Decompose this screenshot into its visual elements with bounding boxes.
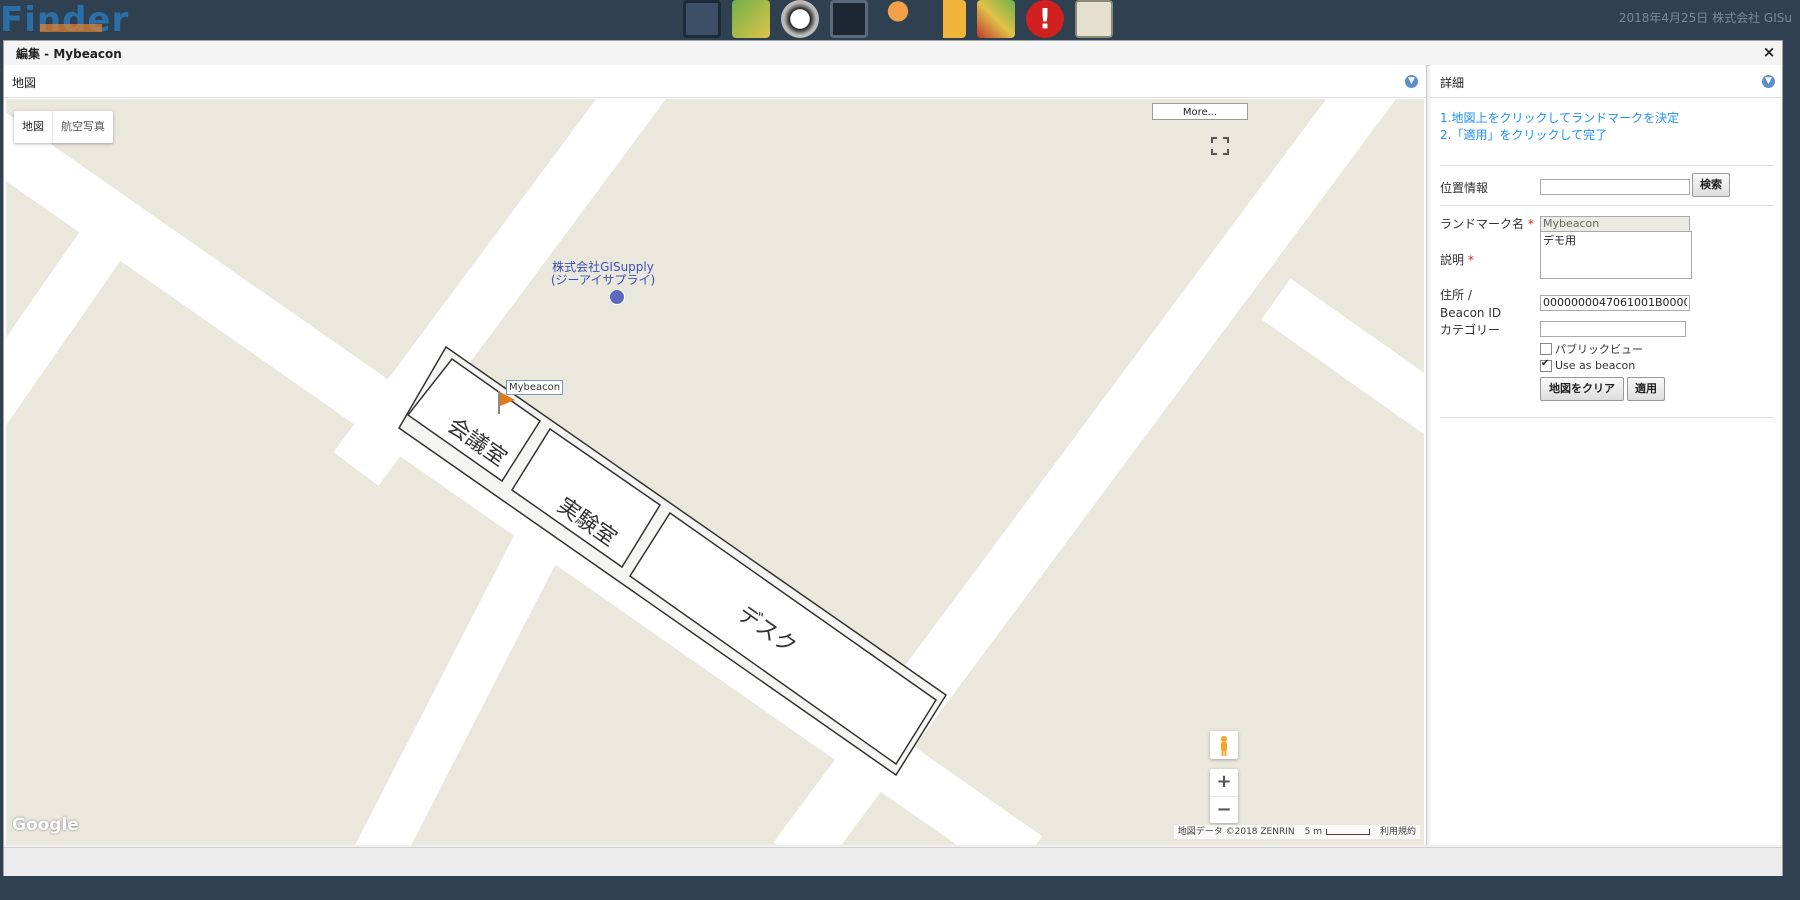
map-icon[interactable] xyxy=(732,0,770,38)
divider xyxy=(1440,205,1774,206)
app-logo[interactable]: Finder xyxy=(0,0,129,40)
app-logo-accent xyxy=(40,24,102,32)
maptype-control: 地図 航空写真 xyxy=(14,111,113,143)
route-map-icon[interactable] xyxy=(977,0,1015,38)
detail-panel: 詳細 ▼ 1.地図上をクリックしてランドマークを決定 2.「適用」をクリックして… xyxy=(1430,65,1782,845)
pegman-icon[interactable] xyxy=(1210,731,1238,759)
fullscreen-icon[interactable] xyxy=(1209,135,1231,157)
road xyxy=(6,194,147,426)
poi-label[interactable]: 株式会社GISupply (ジーアイサプライ) xyxy=(528,261,678,287)
clock-icon[interactable] xyxy=(781,0,819,38)
poi-briefcase-icon[interactable] xyxy=(609,289,625,305)
scale-indicator[interactable]: 5 m xyxy=(1305,825,1370,839)
map-data-credit: 地図データ ©2018 ZENRIN xyxy=(1177,827,1295,837)
phone-icon[interactable] xyxy=(830,0,868,38)
description-label: 説明 * xyxy=(1440,253,1474,267)
zoom-control: + − xyxy=(1210,769,1238,823)
user-icon[interactable] xyxy=(879,0,917,38)
dialog-footer xyxy=(4,847,1782,876)
dialog-titlebar[interactable]: 編集 - Mybeacon × xyxy=(4,41,1782,66)
google-logo: Google xyxy=(12,815,79,835)
collapse-map-icon[interactable]: ▼ xyxy=(1405,75,1418,88)
alert-icon[interactable]: ! xyxy=(1026,0,1064,38)
checkbox-box[interactable] xyxy=(1540,343,1552,355)
monitor-icon[interactable] xyxy=(683,0,721,38)
use-as-beacon-checkbox[interactable]: Use as beacon xyxy=(1540,358,1636,372)
description-field[interactable]: デモ用 xyxy=(1540,231,1692,279)
category-field[interactable] xyxy=(1540,321,1686,337)
detail-panel-title: 詳細 xyxy=(1440,76,1465,90)
landmark-name-label: ランドマーク名 * xyxy=(1440,217,1534,231)
zoom-in-button[interactable]: + xyxy=(1210,769,1238,797)
public-view-label: パブリックビュー xyxy=(1555,343,1643,356)
public-view-checkbox[interactable]: パブリックビュー xyxy=(1540,341,1643,357)
road xyxy=(1261,278,1424,435)
dialog-title: 編集 - Mybeacon xyxy=(16,47,122,61)
map-panel: 地図 ▼ 会議室 実験室 デスク 地図 航空写真 More... 株式会社GIS… xyxy=(4,65,1427,845)
clear-map-button[interactable]: 地図をクリア xyxy=(1540,377,1624,401)
close-icon[interactable]: × xyxy=(1760,43,1778,61)
map-panel-title: 地図 xyxy=(12,76,37,90)
poi-name-kana: (ジーアイサプライ) xyxy=(550,273,656,287)
app-topbar: Finder ! 2018年4月25日 株式会社 GISu xyxy=(0,0,1800,40)
map-attribution: 地図データ ©2018 ZENRIN 5 m 利用規約 xyxy=(1173,825,1420,839)
checkbox-box[interactable] xyxy=(1540,358,1552,372)
instruction-step-1: 1.地図上をクリックしてランドマークを決定 xyxy=(1440,111,1680,125)
use-as-beacon-label: Use as beacon xyxy=(1555,359,1636,372)
address-label: 住所 / Beacon ID xyxy=(1440,288,1502,320)
maptype-satellite-button[interactable]: 航空写真 xyxy=(52,111,113,143)
date-org-label: 2018年4月25日 株式会社 GISu xyxy=(1618,11,1792,25)
app-bottombar xyxy=(0,888,1800,900)
beacon-id-field[interactable] xyxy=(1540,295,1690,311)
terms-link[interactable]: 利用規約 xyxy=(1380,825,1416,839)
map-panel-header: 地図 ▼ xyxy=(4,65,1426,98)
instruction-step-2: 2.「適用」をクリックして完了 xyxy=(1440,128,1608,142)
location-label: 位置情報 xyxy=(1440,181,1489,195)
beacon-flag-icon[interactable] xyxy=(495,389,517,415)
divider xyxy=(1440,165,1774,166)
search-button[interactable]: 検索 xyxy=(1692,173,1730,197)
collapse-detail-icon[interactable]: ▼ xyxy=(1762,75,1775,88)
road xyxy=(355,477,589,845)
flag-icon[interactable] xyxy=(928,0,966,38)
more-button[interactable]: More... xyxy=(1152,103,1248,120)
detail-panel-header: 詳細 ▼ xyxy=(1430,65,1782,98)
map-canvas[interactable]: 会議室 実験室 デスク 地図 航空写真 More... 株式会社GISupply… xyxy=(6,99,1424,845)
category-label: カテゴリー xyxy=(1440,323,1501,337)
app-toolbar: ! xyxy=(683,0,1113,38)
floor-plan: 会議室 実験室 デスク xyxy=(398,345,948,777)
apply-button[interactable]: 適用 xyxy=(1627,377,1665,401)
maptype-map-button[interactable]: 地図 xyxy=(14,111,52,143)
location-input[interactable] xyxy=(1540,179,1690,195)
landmark-name-field[interactable] xyxy=(1540,216,1690,232)
chart-icon[interactable] xyxy=(1075,0,1113,38)
divider xyxy=(1440,417,1774,418)
zoom-out-button[interactable]: − xyxy=(1210,797,1238,824)
edit-dialog: 編集 - Mybeacon × 地図 ▼ 会議室 実験室 デスク 地図 航空写真… xyxy=(3,40,1783,876)
